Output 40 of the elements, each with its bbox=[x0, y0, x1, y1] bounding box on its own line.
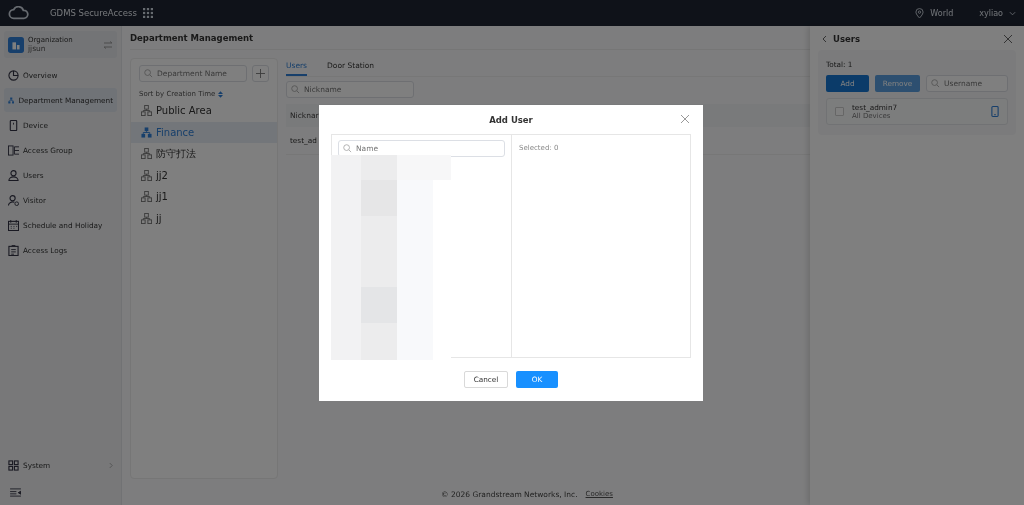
org-chart-icon bbox=[141, 191, 152, 203]
sort-icon[interactable] bbox=[218, 90, 224, 98]
drawer-title: Users bbox=[833, 34, 860, 44]
department-item[interactable]: jj1 bbox=[131, 186, 277, 208]
add-department-button[interactable] bbox=[252, 65, 269, 82]
user-menu[interactable]: xyliao bbox=[979, 8, 1003, 18]
checkbox[interactable] bbox=[835, 107, 844, 116]
building-icon bbox=[8, 36, 24, 53]
caret-icon[interactable] bbox=[1009, 10, 1016, 16]
device-icon bbox=[8, 119, 19, 131]
log-icon bbox=[8, 244, 19, 256]
department-item[interactable]: Finance bbox=[131, 121, 277, 143]
visitor-icon bbox=[8, 194, 19, 206]
calendar-icon bbox=[8, 219, 19, 231]
plus-icon bbox=[256, 69, 266, 78]
switch-icon[interactable] bbox=[103, 40, 113, 49]
department-item[interactable]: 防守打法 bbox=[131, 143, 277, 165]
department-item[interactable]: jj2 bbox=[131, 164, 277, 186]
org-chart-icon bbox=[141, 126, 152, 138]
apps-icon bbox=[8, 459, 19, 471]
org-chart-icon bbox=[141, 169, 152, 181]
location-pin-icon bbox=[915, 7, 925, 19]
dialog-title: Add User bbox=[489, 114, 533, 125]
collapse-menu-icon[interactable] bbox=[10, 488, 21, 497]
org-chart-icon bbox=[141, 105, 152, 117]
close-icon[interactable] bbox=[1004, 35, 1012, 43]
department-item[interactable]: Public Area bbox=[131, 100, 277, 122]
department-item[interactable]: jj bbox=[131, 207, 277, 229]
phone-icon[interactable] bbox=[991, 106, 999, 117]
org-chart-icon bbox=[141, 148, 152, 160]
apps-grid-icon[interactable] bbox=[142, 8, 153, 18]
pie-chart-icon bbox=[8, 69, 19, 81]
users-icon bbox=[8, 169, 19, 181]
region-link[interactable]: World bbox=[930, 8, 954, 18]
product-name: GDMS SecureAccess bbox=[50, 8, 137, 18]
org-chart-icon bbox=[141, 212, 152, 224]
back-icon[interactable] bbox=[822, 35, 827, 43]
close-icon[interactable] bbox=[681, 115, 689, 123]
group-icon bbox=[8, 144, 19, 156]
cloud-logo-icon bbox=[8, 6, 30, 20]
